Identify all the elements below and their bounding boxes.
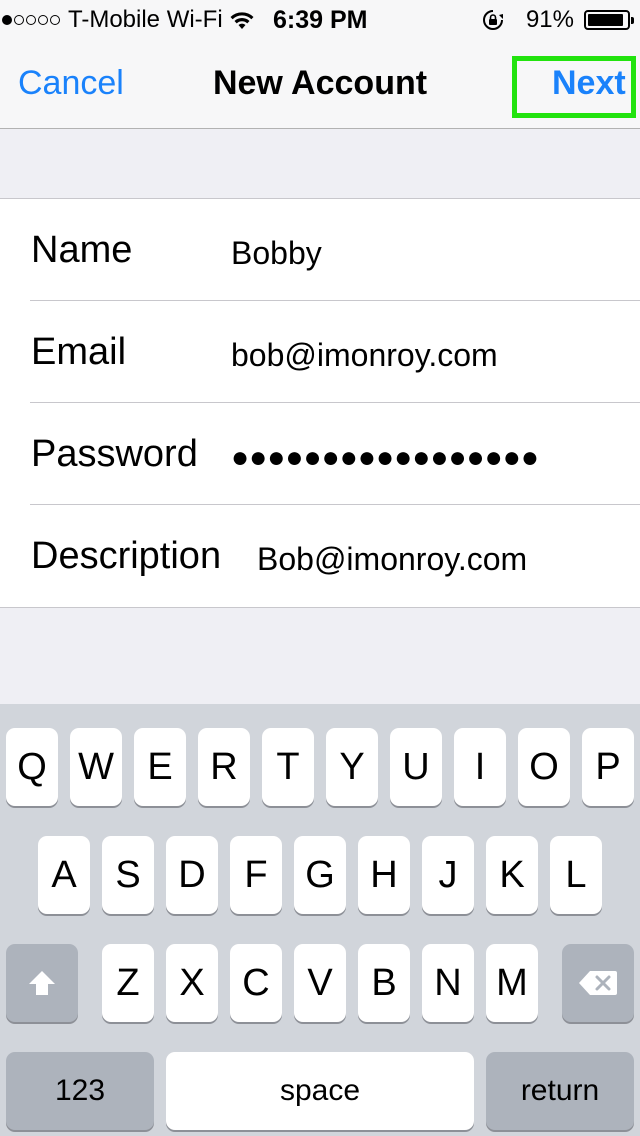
key-s[interactable]: S xyxy=(102,836,154,914)
password-label: Password xyxy=(31,433,198,475)
key-p[interactable]: P xyxy=(582,728,634,806)
key-t[interactable]: T xyxy=(262,728,314,806)
shift-arrow-icon xyxy=(29,971,55,995)
account-form: Name Bobby Email bob@imonroy.com Passwor… xyxy=(0,198,640,608)
rotation-lock-icon xyxy=(482,10,503,30)
signal-strength-icon xyxy=(2,15,62,25)
key-e[interactable]: E xyxy=(134,728,186,806)
password-field[interactable]: ●●●●●●●●●●●●●●●●● xyxy=(231,441,539,475)
wifi-icon xyxy=(230,12,254,29)
key-b[interactable]: B xyxy=(358,944,410,1022)
key-w[interactable]: W xyxy=(70,728,122,806)
status-right: 91% xyxy=(482,6,634,34)
key-o[interactable]: O xyxy=(518,728,570,806)
delete-key[interactable] xyxy=(562,944,634,1022)
name-label: Name xyxy=(31,229,133,271)
password-row[interactable]: Password ●●●●●●●●●●●●●●●●● xyxy=(0,403,640,505)
space-key[interactable]: space xyxy=(166,1052,474,1130)
description-field[interactable]: Bob@imonroy.com xyxy=(257,541,527,578)
description-label: Description xyxy=(31,535,222,577)
numbers-key[interactable]: 123 xyxy=(6,1052,154,1130)
key-x[interactable]: X xyxy=(166,944,218,1022)
key-k[interactable]: K xyxy=(486,836,538,914)
name-field[interactable]: Bobby xyxy=(231,235,322,272)
return-key[interactable]: return xyxy=(486,1052,634,1130)
key-h[interactable]: H xyxy=(358,836,410,914)
key-y[interactable]: Y xyxy=(326,728,378,806)
key-m[interactable]: M xyxy=(486,944,538,1022)
backspace-icon xyxy=(579,971,617,995)
key-c[interactable]: C xyxy=(230,944,282,1022)
key-r[interactable]: R xyxy=(198,728,250,806)
email-label: Email xyxy=(31,331,127,373)
name-row[interactable]: Name Bobby xyxy=(0,199,640,301)
key-j[interactable]: J xyxy=(422,836,474,914)
key-g[interactable]: G xyxy=(294,836,346,914)
key-i[interactable]: I xyxy=(454,728,506,806)
navigation-bar: Cancel New Account Next xyxy=(0,40,640,129)
email-row[interactable]: Email bob@imonroy.com xyxy=(0,301,640,403)
key-d[interactable]: D xyxy=(166,836,218,914)
keyboard: Q W E R T Y U I O P A S D F G H J K L Z … xyxy=(0,704,640,1136)
shift-key[interactable] xyxy=(6,944,78,1022)
key-f[interactable]: F xyxy=(230,836,282,914)
status-left: T-Mobile Wi-Fi xyxy=(2,6,255,34)
key-n[interactable]: N xyxy=(422,944,474,1022)
status-time: 6:39 PM xyxy=(273,6,368,34)
description-row[interactable]: Description Bob@imonroy.com xyxy=(0,505,640,607)
key-v[interactable]: V xyxy=(294,944,346,1022)
key-q[interactable]: Q xyxy=(6,728,58,806)
battery-fill xyxy=(588,14,623,26)
battery-percent: 91% xyxy=(525,6,574,33)
email-field[interactable]: bob@imonroy.com xyxy=(231,337,498,374)
status-bar: T-Mobile Wi-Fi 6:39 PM 91% xyxy=(0,0,640,40)
battery-icon xyxy=(584,10,634,30)
key-z[interactable]: Z xyxy=(102,944,154,1022)
next-button[interactable]: Next xyxy=(552,64,626,103)
key-a[interactable]: A xyxy=(38,836,90,914)
key-u[interactable]: U xyxy=(390,728,442,806)
key-l[interactable]: L xyxy=(550,836,602,914)
carrier-name: T-Mobile Wi-Fi xyxy=(68,6,223,33)
